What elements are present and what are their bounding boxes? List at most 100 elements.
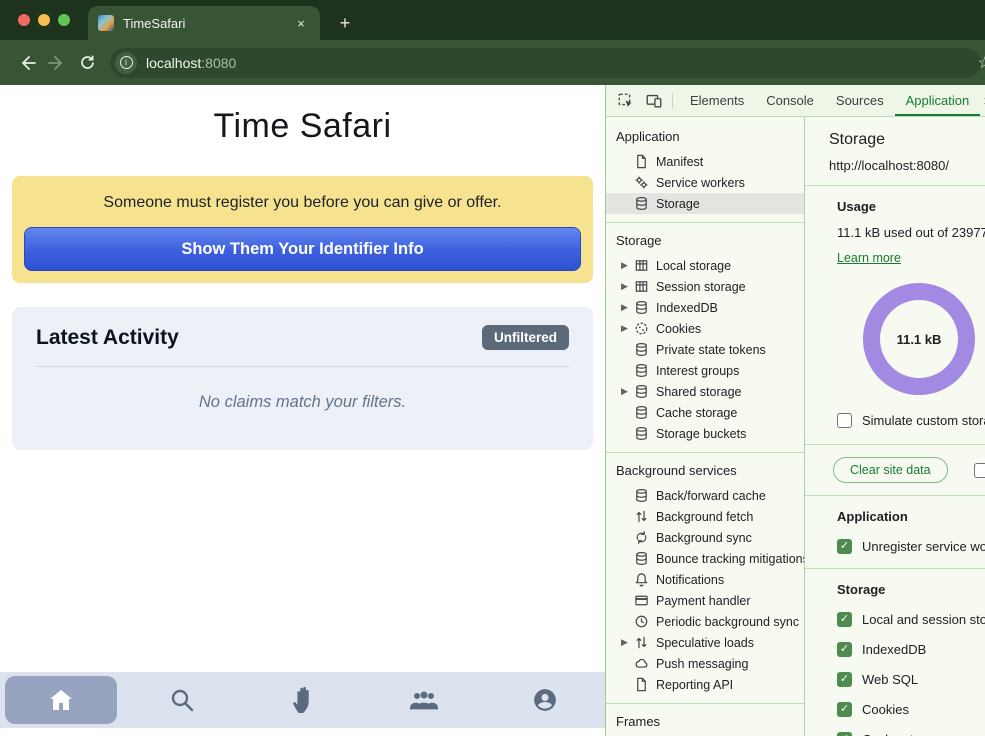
- sidebar-item-indexeddb[interactable]: ▶ IndexedDB: [606, 297, 804, 318]
- expand-arrow-icon[interactable]: ▶: [621, 302, 634, 313]
- unfiltered-button[interactable]: Unfiltered: [482, 325, 569, 350]
- sidebar-item-bounce-tracking-mitigations[interactable]: Bounce tracking mitigations: [606, 548, 804, 569]
- browser-tab[interactable]: TimeSafari ×: [88, 6, 320, 40]
- checkbox-label: Cookies: [862, 702, 909, 717]
- nav-home-button[interactable]: [0, 672, 121, 728]
- show-identifier-info-button[interactable]: Show Them Your Identifier Info: [24, 227, 581, 271]
- expand-arrow-icon[interactable]: ▶: [621, 323, 634, 334]
- sidebar-item-shared-storage[interactable]: ▶Shared storage: [606, 381, 804, 402]
- sidebar-item-cache-storage[interactable]: Cache storage: [606, 402, 804, 423]
- cloud-icon: [634, 656, 649, 671]
- nav-people-button[interactable]: [363, 672, 484, 728]
- web-sql-checkbox[interactable]: ✓: [837, 672, 852, 687]
- new-tab-button[interactable]: +: [332, 10, 358, 36]
- sidebar-item-private-state-tokens[interactable]: Private state tokens: [606, 339, 804, 360]
- checkbox-row: ✓ Cache storage: [837, 732, 985, 736]
- devtools-panel: ElementsConsoleSourcesApplication » Appl…: [605, 85, 985, 736]
- sidebar-item-storage[interactable]: Storage: [606, 193, 804, 214]
- sidebar-item-label: Background sync: [656, 531, 752, 545]
- arrows-icon: [634, 509, 649, 524]
- checkbox-row: ✓Local and session storage: [837, 612, 985, 627]
- cache-storage-checkbox[interactable]: ✓: [837, 732, 852, 736]
- address-bar[interactable]: i localhost:8080: [110, 48, 981, 78]
- bookmark-star-icon[interactable]: ☆: [978, 53, 985, 73]
- toolbar-divider: [672, 93, 673, 109]
- latest-activity-heading: Latest Activity: [36, 326, 179, 350]
- devtools-tab-elements[interactable]: Elements: [679, 85, 755, 116]
- sidebar-item-periodic-background-sync[interactable]: Periodic background sync: [606, 611, 804, 632]
- bell-icon: [634, 572, 649, 587]
- application-section-heading: Application: [837, 509, 985, 524]
- browser-toolbar: i localhost:8080 ☆: [0, 40, 985, 85]
- checkbox-row: ✓ Cookies: [837, 702, 985, 717]
- sidebar-item-manifest[interactable]: Manifest: [606, 151, 804, 172]
- expand-arrow-icon[interactable]: ▶: [621, 637, 634, 648]
- sidebar-item-local-storage[interactable]: ▶Local storage: [606, 255, 804, 276]
- latest-activity-card: Latest Activity Unfiltered No claims mat…: [12, 307, 593, 450]
- expand-arrow-icon[interactable]: ▶: [621, 386, 634, 397]
- checkbox-label: Cache storage: [862, 732, 947, 736]
- nav-hand-button[interactable]: [242, 672, 363, 728]
- zoom-window-button[interactable]: [58, 14, 70, 26]
- local-and-session-storage-checkbox[interactable]: ✓: [837, 612, 852, 627]
- url-text: localhost:8080: [146, 55, 236, 71]
- arrows-icon: [634, 635, 649, 650]
- tab-title: TimeSafari: [123, 16, 292, 31]
- sidebar-item-label: Cookies: [656, 322, 701, 336]
- clear-site-data-button[interactable]: Clear site data: [833, 457, 948, 483]
- sidebar-item-label: Push messaging: [656, 657, 748, 671]
- minimize-window-button[interactable]: [38, 14, 50, 26]
- tab-close-icon[interactable]: ×: [292, 16, 310, 31]
- expand-arrow-icon[interactable]: ▶: [621, 281, 634, 292]
- third-party-cookies-row: including third-party cookies: [974, 463, 985, 478]
- sidebar-item-session-storage[interactable]: ▶Session storage: [606, 276, 804, 297]
- cookies-checkbox[interactable]: ✓: [837, 702, 852, 717]
- sidebar-item-service-workers[interactable]: Service workers: [606, 172, 804, 193]
- simulate-quota-checkbox[interactable]: [837, 413, 852, 428]
- nav-search-button[interactable]: [121, 672, 242, 728]
- site-info-icon[interactable]: i: [115, 52, 137, 74]
- device-toolbar-icon[interactable]: [642, 89, 666, 113]
- back-button[interactable]: [12, 48, 42, 78]
- db-icon: [634, 551, 649, 566]
- sidebar-item-payment-handler[interactable]: Payment handler: [606, 590, 804, 611]
- devtools-tab-sources[interactable]: Sources: [825, 85, 895, 116]
- gears-icon: [634, 175, 649, 190]
- sidebar-item-label: Private state tokens: [656, 343, 766, 357]
- devtools-tab-console[interactable]: Console: [755, 85, 825, 116]
- sidebar-item-reporting-api[interactable]: Reporting API: [606, 674, 804, 695]
- sidebar-item-label: IndexedDB: [656, 301, 718, 315]
- sidebar-item-back-forward-cache[interactable]: Back/forward cache: [606, 485, 804, 506]
- devtools-tab-application[interactable]: Application: [895, 85, 981, 116]
- sidebar-item-cookies[interactable]: ▶ Cookies: [606, 318, 804, 339]
- sidebar-item-notifications[interactable]: Notifications: [606, 569, 804, 590]
- sidebar-item-push-messaging[interactable]: Push messaging: [606, 653, 804, 674]
- third-party-cookies-checkbox[interactable]: [974, 463, 985, 478]
- page-title: Time Safari: [0, 107, 605, 146]
- indexeddb-checkbox[interactable]: ✓: [837, 642, 852, 657]
- forward-button[interactable]: [42, 48, 72, 78]
- sidebar-item-interest-groups[interactable]: Interest groups: [606, 360, 804, 381]
- checkbox-row: ✓Web SQL: [837, 672, 985, 687]
- sidebar-item-label: Storage buckets: [656, 427, 746, 441]
- search-icon: [169, 687, 195, 713]
- inspect-element-icon[interactable]: [614, 89, 638, 113]
- sidebar-item-background-sync[interactable]: Background sync: [606, 527, 804, 548]
- sidebar-section-background-services: Background services: [606, 458, 804, 485]
- sidebar-item-speculative-loads[interactable]: ▶Speculative loads: [606, 632, 804, 653]
- sidebar-item-label: Back/forward cache: [656, 489, 766, 503]
- hand-icon: [291, 686, 315, 714]
- expand-arrow-icon[interactable]: ▶: [621, 260, 634, 271]
- clock-icon: [634, 614, 649, 629]
- table-icon: [634, 258, 649, 273]
- sidebar-item-storage-buckets[interactable]: Storage buckets: [606, 423, 804, 444]
- unregister-service-workers-checkbox[interactable]: ✓: [837, 539, 852, 554]
- learn-more-link[interactable]: Learn more: [837, 251, 901, 265]
- nav-profile-button[interactable]: [484, 672, 605, 728]
- bottom-navigation: [0, 672, 605, 728]
- close-window-button[interactable]: [18, 14, 30, 26]
- sidebar-item-background-fetch[interactable]: Background fetch: [606, 506, 804, 527]
- reload-button[interactable]: [72, 48, 102, 78]
- db-icon: [634, 405, 649, 420]
- sidebar-item-label: Cache storage: [656, 406, 737, 420]
